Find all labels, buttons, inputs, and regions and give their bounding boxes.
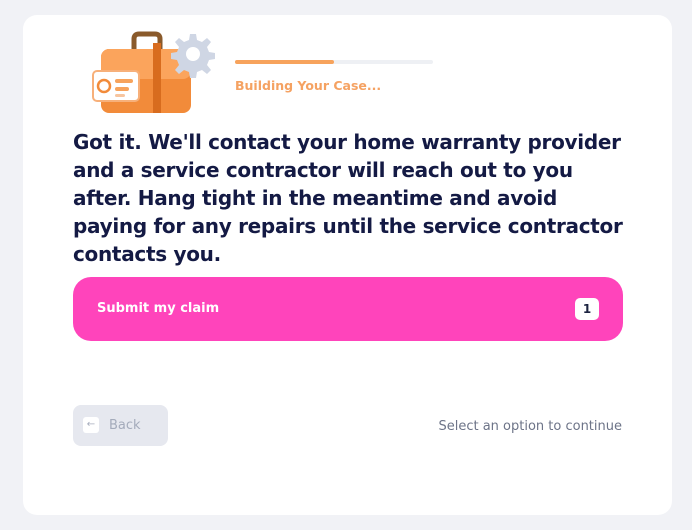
progress-fill (235, 60, 334, 64)
arrow-left-icon: ← (83, 417, 99, 433)
id-card-icon (92, 70, 140, 102)
option-label: Submit my claim (97, 301, 220, 316)
submit-claim-option[interactable]: Submit my claim 1 (73, 277, 623, 341)
status-text: Building Your Case... (235, 78, 382, 93)
briefcase-gear-illustration (92, 31, 215, 113)
gear-icon (171, 34, 215, 78)
question-heading: Got it. We'll contact your home warranty… (73, 130, 623, 266)
question-card: Building Your Case... Got it. We'll cont… (23, 15, 672, 515)
progress-bar (235, 60, 433, 64)
option-shortcut-key: 1 (575, 298, 599, 320)
back-label: Back (109, 418, 141, 433)
continue-hint: Select an option to continue (438, 419, 622, 434)
back-button[interactable]: ← Back (73, 405, 168, 446)
